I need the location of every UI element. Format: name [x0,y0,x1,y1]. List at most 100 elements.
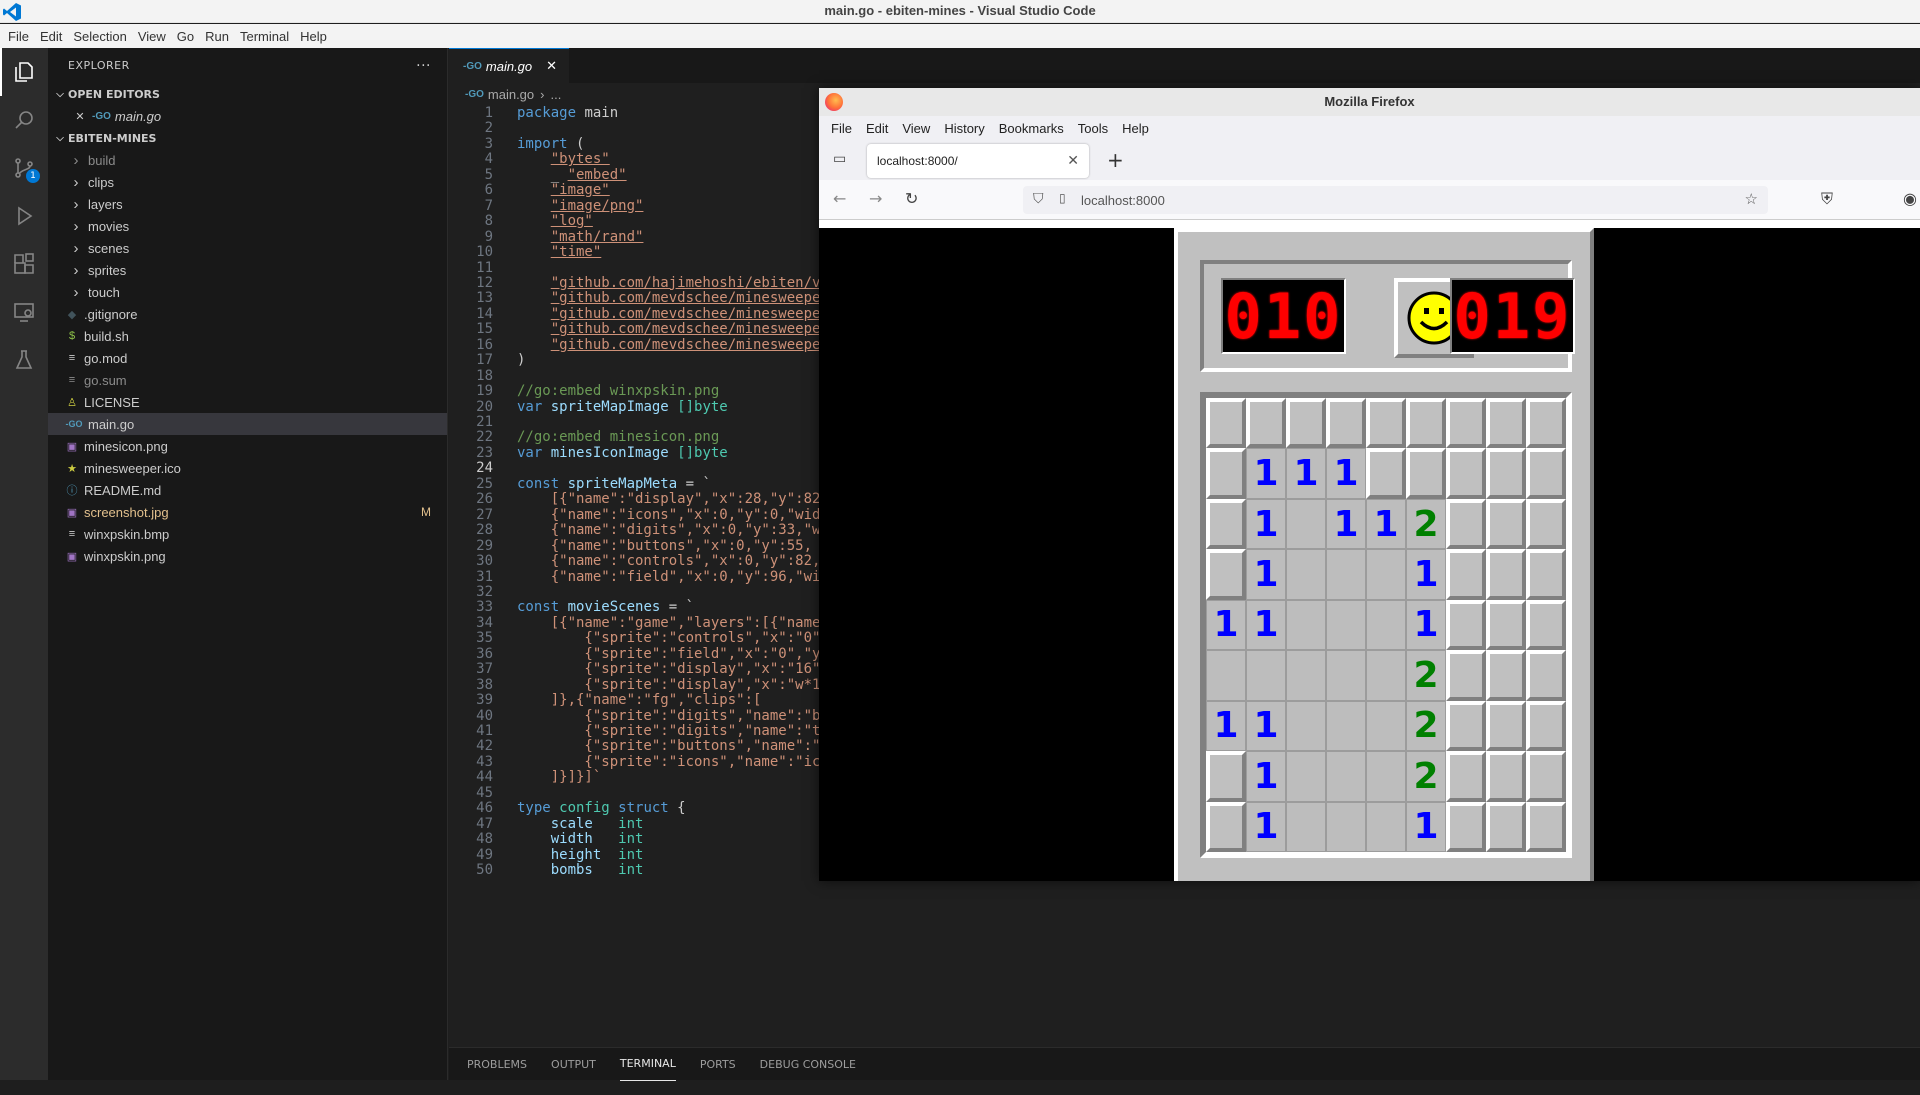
mine-cell[interactable] [1366,751,1406,802]
explorer-item[interactable]: › sprites [48,259,447,281]
mine-cell[interactable] [1326,700,1366,752]
mine-cell[interactable] [1526,498,1566,550]
mine-cell[interactable] [1446,650,1486,701]
mine-cell[interactable] [1366,398,1406,449]
mine-cell[interactable] [1486,549,1526,600]
menu-edit[interactable]: Edit [40,29,62,44]
mine-cell[interactable] [1446,700,1486,752]
mine-cell[interactable]: 1 [1246,498,1286,550]
mine-cell[interactable] [1246,650,1286,701]
mine-cell[interactable] [1206,650,1246,701]
mine-cell[interactable]: 2 [1406,650,1446,701]
search-icon[interactable] [0,96,48,144]
mine-cell[interactable] [1246,398,1286,449]
firefox-menu-edit[interactable]: Edit [866,121,888,136]
mine-cell[interactable]: 1 [1406,599,1446,651]
explorer-item[interactable]: ◆ .gitignore [48,303,447,325]
mine-cell[interactable] [1366,801,1406,852]
firefox-menu-history[interactable]: History [944,121,984,136]
mine-cell[interactable] [1206,751,1246,802]
mine-cell[interactable]: 1 [1206,700,1246,752]
account-icon[interactable]: ◉ [1903,189,1917,208]
mine-cell[interactable] [1526,700,1566,752]
mine-cell[interactable] [1526,751,1566,802]
mine-cell[interactable] [1326,398,1366,449]
mine-cell[interactable] [1326,599,1366,651]
explorer-item[interactable]: › layers [48,193,447,215]
mine-cell[interactable]: 1 [1406,549,1446,600]
explorer-icon[interactable] [0,48,48,96]
menu-go[interactable]: Go [177,29,194,44]
mine-cell[interactable] [1366,650,1406,701]
mine-cell[interactable] [1326,751,1366,802]
firefox-tab[interactable]: localhost:8000/ ✕ [867,144,1089,178]
explorer-item[interactable]: › clips [48,171,447,193]
breadcrumb-symbol[interactable]: ... [550,87,561,102]
mine-cell[interactable] [1286,801,1326,852]
panel-tab-terminal[interactable]: TERMINAL [619,1048,676,1081]
mine-cell[interactable]: 2 [1406,751,1446,802]
menu-run[interactable]: Run [205,29,229,44]
mine-cell[interactable] [1206,398,1246,449]
mine-cell[interactable]: 1 [1286,448,1326,499]
menu-view[interactable]: View [138,29,166,44]
explorer-item[interactable]: ≡ go.mod [48,347,447,369]
source-control-icon[interactable]: 1 [0,144,48,192]
firefox-menu-tools[interactable]: Tools [1078,121,1108,136]
panel-tab-debug-console[interactable]: DEBUG CONSOLE [760,1048,856,1081]
mine-cell[interactable] [1206,549,1246,600]
mine-cell[interactable] [1486,599,1526,651]
mine-cell[interactable] [1326,549,1366,600]
mine-cell[interactable] [1526,549,1566,600]
mine-cell[interactable] [1366,549,1406,600]
mine-cell[interactable] [1326,650,1366,701]
mine-cell[interactable] [1286,599,1326,651]
mine-cell[interactable] [1486,448,1526,499]
menu-help[interactable]: Help [300,29,327,44]
firefox-menu-help[interactable]: Help [1122,121,1149,136]
mine-cell[interactable] [1446,448,1486,499]
tab-overview-icon[interactable]: ▭ [833,151,846,167]
explorer-item[interactable]: ▣ winxpskin.png [48,545,447,567]
mine-cell[interactable] [1486,398,1526,449]
mine-cell[interactable] [1526,599,1566,651]
bookmark-star-icon[interactable]: ☆ [1745,190,1758,208]
new-tab-icon[interactable]: + [1107,148,1124,172]
forward-icon[interactable]: → [869,189,882,208]
explorer-item[interactable]: $ build.sh [48,325,447,347]
menu-selection[interactable]: Selection [73,29,126,44]
explorer-item[interactable]: › build [48,149,447,171]
mine-cell[interactable] [1526,398,1566,449]
mine-cell[interactable] [1366,700,1406,752]
tab-main-go[interactable]: -GO main.go ✕ [449,48,570,83]
explorer-item[interactable]: ≡ go.sum [48,369,447,391]
mine-cell[interactable] [1206,801,1246,852]
mine-cell[interactable]: 1 [1206,599,1246,651]
mine-cell[interactable]: 1 [1246,599,1286,651]
explorer-item[interactable]: ≡ winxpskin.bmp [48,523,447,545]
mine-cell[interactable] [1526,650,1566,701]
mine-cell[interactable]: 1 [1246,448,1286,499]
shield-icon[interactable]: ⛉ [1033,190,1044,207]
mine-cell[interactable] [1446,801,1486,852]
mine-cell[interactable] [1286,700,1326,752]
remote-explorer-icon[interactable] [0,288,48,336]
mine-cell[interactable]: 1 [1246,700,1286,752]
mine-cell[interactable] [1486,801,1526,852]
explorer-item[interactable]: ▣ minesicon.png [48,435,447,457]
close-icon[interactable]: ✕ [72,110,88,123]
mine-cell[interactable] [1206,498,1246,550]
mine-cell[interactable] [1486,751,1526,802]
explorer-item[interactable]: -GO main.go [48,413,447,435]
mine-cell[interactable]: 2 [1406,700,1446,752]
explorer-item[interactable]: › touch [48,281,447,303]
mine-cell[interactable] [1526,801,1566,852]
mine-cell[interactable] [1286,549,1326,600]
mine-cell[interactable] [1286,751,1326,802]
mine-cell[interactable] [1286,498,1326,550]
pocket-icon[interactable]: ⛨ [1821,189,1833,209]
menu-terminal[interactable]: Terminal [240,29,289,44]
mine-cell[interactable] [1446,549,1486,600]
close-icon[interactable]: ✕ [546,58,557,74]
explorer-item[interactable]: ▣ screenshot.jpg M [48,501,447,523]
